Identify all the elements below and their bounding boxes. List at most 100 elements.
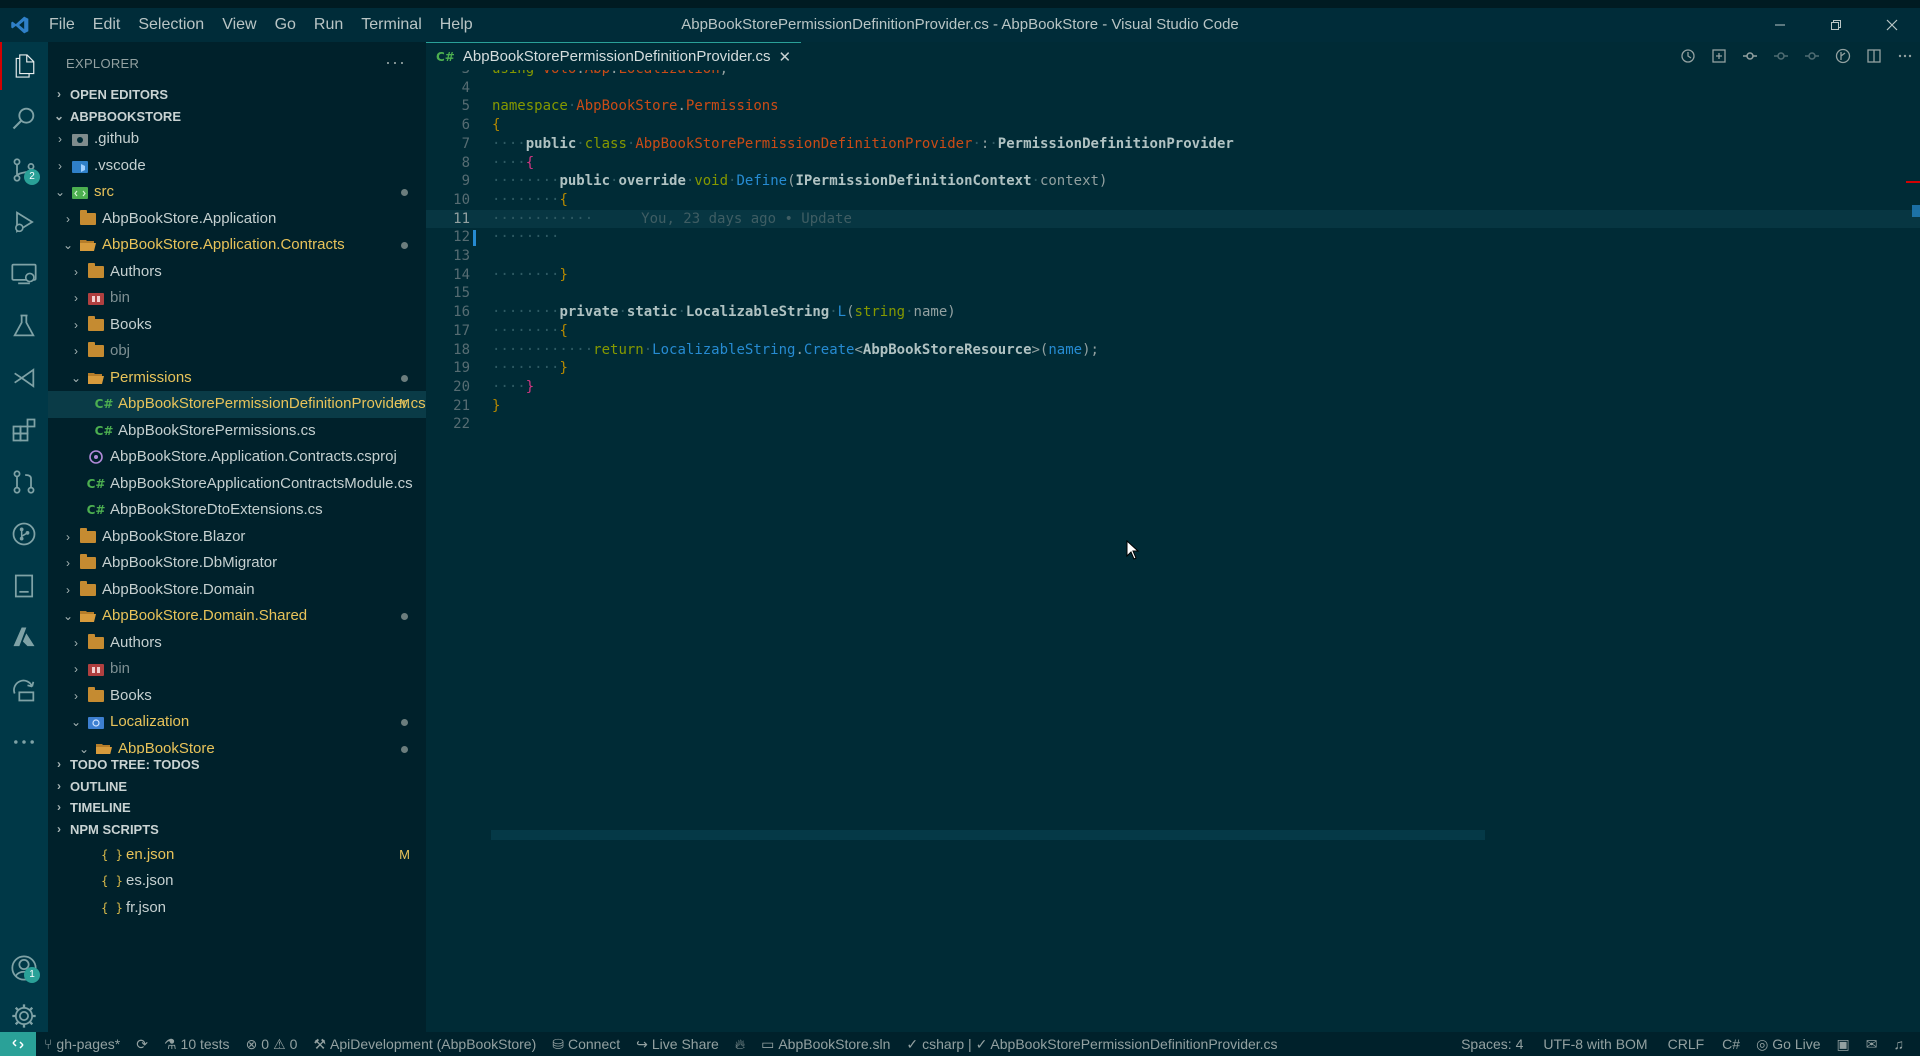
tree-folder[interactable]: › AbpBookStore.Application [48, 206, 426, 233]
menu-item-help[interactable]: Help [431, 8, 482, 42]
timeline-history-icon[interactable] [1672, 42, 1703, 70]
tree-folder[interactable]: › Books [48, 683, 426, 710]
next-change-icon[interactable] [1796, 42, 1827, 70]
split-editor-icon[interactable] [1858, 42, 1889, 70]
tree-folder[interactable]: ⌄ Permissions [48, 365, 426, 392]
git-commit-icon[interactable] [1734, 42, 1765, 70]
code-line[interactable]: 21} [426, 397, 1920, 416]
git-graph-icon[interactable] [0, 510, 48, 558]
tree-folder[interactable]: › .github [48, 126, 426, 153]
more-editor-actions-icon[interactable] [1889, 42, 1920, 70]
tests-status[interactable]: ⚗ 10 tests [156, 1032, 238, 1056]
tree-file[interactable]: { } en.json M [48, 842, 426, 869]
section-workspace[interactable]: ⌄ ABPBOOKSTORE [48, 105, 426, 127]
tree-folder[interactable]: › .vscode [48, 153, 426, 180]
azure-icon[interactable] [0, 614, 48, 662]
terminal-status[interactable]: ▣ [1829, 1032, 1858, 1056]
omnisharp-status[interactable]: ✓ csharp | ✓ AbpBookStorePermissionDefin… [898, 1032, 1285, 1056]
source-control-icon[interactable]: 2 [0, 146, 48, 194]
accounts-icon[interactable]: 1 [0, 944, 48, 992]
menu-item-selection[interactable]: Selection [129, 8, 213, 42]
section-outline[interactable]: › OUTLINE [48, 775, 426, 797]
spaces-status[interactable]: Spaces: 4 [1451, 1032, 1533, 1056]
tree-folder[interactable]: ⌄ AbpBookStore.Application.Contracts [48, 232, 426, 259]
code-line[interactable]: 12 ········ [426, 228, 1920, 247]
tree-folder[interactable]: ⌄ Localization [48, 709, 426, 736]
code-line[interactable]: 6{ [426, 116, 1920, 135]
code-line[interactable]: 15 [426, 284, 1920, 303]
tree-folder[interactable]: › AbpBookStore.Blazor [48, 524, 426, 551]
testing-icon[interactable] [0, 302, 48, 350]
menu-item-go[interactable]: Go [266, 8, 305, 42]
menu-item-view[interactable]: View [213, 8, 265, 42]
code-line[interactable]: 14 ········} [426, 266, 1920, 285]
code-line[interactable]: 16 ········private·static·LocalizableStri… [426, 303, 1920, 322]
menu-item-terminal[interactable]: Terminal [352, 8, 430, 42]
search-icon[interactable] [0, 94, 48, 142]
menu-item-file[interactable]: File [40, 8, 84, 42]
feedback-status[interactable]: ✉ [1858, 1032, 1886, 1056]
gitlens-icon[interactable] [1827, 42, 1858, 70]
project-status[interactable]: ⚒ ApiDevelopment (AbpBookStore) [305, 1032, 544, 1056]
menu-item-edit[interactable]: Edit [84, 8, 130, 42]
tree-folder[interactable]: › AbpBookStore.Domain [48, 577, 426, 604]
solution-status[interactable]: ▭ AbpBookStore.sln [753, 1032, 898, 1056]
tree-file[interactable]: C# AbpBookStoreDtoExtensions.cs [48, 497, 426, 524]
tree-file[interactable]: { } es.json [48, 868, 426, 895]
code-line[interactable]: 8 ····{ [426, 154, 1920, 173]
tree-file[interactable]: C# AbpBookStoreApplicationContractsModule… [48, 471, 426, 498]
code-line[interactable]: 18 ············return·LocalizableString.C… [426, 341, 1920, 360]
tree-folder[interactable]: › obj [48, 338, 426, 365]
remote-indicator-icon[interactable] [0, 1032, 36, 1056]
notebook-icon[interactable] [0, 562, 48, 610]
section-timeline[interactable]: › TIMELINE [48, 797, 426, 819]
tab-active-file[interactable]: C# AbpBookStorePermissionDefinitionProvi… [426, 42, 802, 70]
code-line[interactable]: 17 ········{ [426, 322, 1920, 341]
tree-folder[interactable]: ⌄ AbpBookStore.Domain.Shared [48, 603, 426, 630]
live-share-status[interactable]: ↪ Live Share [628, 1032, 727, 1056]
code-line[interactable]: 13 [426, 247, 1920, 266]
sync-status[interactable]: ⟳ [128, 1032, 156, 1056]
encoding-status[interactable]: UTF-8 with BOM [1533, 1032, 1657, 1056]
pull-requests-icon[interactable] [0, 458, 48, 506]
connect-status[interactable]: ⛁ Connect [544, 1032, 628, 1056]
problems-status[interactable]: ⊗ 0 ⚠ 0 [238, 1032, 306, 1056]
tree-file[interactable]: AbpBookStore.Application.Contracts.cspro… [48, 444, 426, 471]
more-actions-icon[interactable]: ··· [385, 52, 406, 73]
restore-icon[interactable] [1808, 8, 1864, 42]
language-status[interactable]: C# [1714, 1032, 1748, 1056]
code-line[interactable]: 10 ········{ [426, 191, 1920, 210]
eol-status[interactable]: CRLF [1658, 1032, 1715, 1056]
menu-item-run[interactable]: Run [305, 8, 352, 42]
tree-folder[interactable]: › bin [48, 656, 426, 683]
horizontal-scrollbar[interactable] [491, 830, 1485, 840]
open-changes-icon[interactable] [1703, 42, 1734, 70]
section-open-editors[interactable]: › OPEN EDITORS [48, 84, 426, 105]
live-share-icon[interactable] [0, 354, 48, 402]
tree-folder[interactable]: › Authors [48, 259, 426, 286]
explorer-icon[interactable] [0, 42, 48, 90]
run-debug-icon[interactable] [0, 198, 48, 246]
tree-file[interactable]: { } fr.json [48, 895, 426, 922]
close-window-icon[interactable] [1864, 8, 1920, 42]
extensions-icon[interactable] [0, 406, 48, 454]
tree-folder[interactable]: › Authors [48, 630, 426, 657]
code-line[interactable]: 22 [426, 415, 1920, 434]
go-live-status[interactable]: ◎ Go Live [1748, 1032, 1828, 1056]
remote-cloud-icon[interactable] [0, 666, 48, 714]
code-line[interactable]: 11 ············ You, 23 days ago • Update [426, 209, 1920, 229]
previous-change-icon[interactable] [1765, 42, 1796, 70]
code-line[interactable]: 9 ········public·override·void·Define(IPe… [426, 172, 1920, 191]
flame-status[interactable]: 🔥︎ [727, 1032, 753, 1056]
code-line[interactable]: 3using·Volo.Abp.Localization; [426, 70, 1920, 79]
tree-file[interactable]: C# AbpBookStorePermissions.cs [48, 418, 426, 445]
code-line[interactable]: 5 namespace·AbpBookStore.Permissions [426, 97, 1920, 116]
section-npm-scripts[interactable]: › NPM SCRIPTS [48, 818, 426, 840]
close-tab-icon[interactable]: ✕ [779, 48, 792, 66]
tree-file[interactable]: C# AbpBookStorePermissionDefinitionProvid… [48, 391, 426, 418]
code-line[interactable]: 20 ····} [426, 378, 1920, 397]
tree-folder[interactable]: ⌄ src [48, 179, 426, 206]
minimize-icon[interactable] [1752, 8, 1808, 42]
branch-status[interactable]: ⑂ gh-pages* [36, 1032, 128, 1056]
notifications-status[interactable]: ♫ [1886, 1032, 1920, 1056]
